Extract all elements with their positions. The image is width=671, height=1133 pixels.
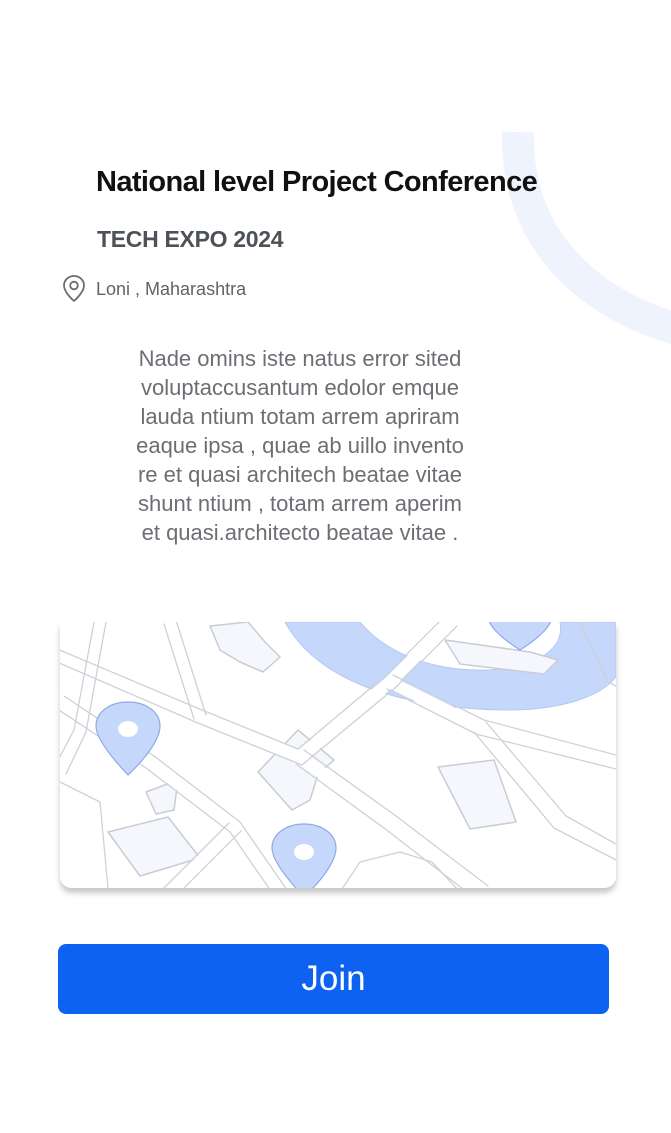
event-location: Loni , Maharashtra xyxy=(60,274,246,304)
location-label: Loni , Maharashtra xyxy=(96,278,247,299)
map-illustration xyxy=(60,622,616,888)
event-subtitle: TECH EXPO 2024 xyxy=(97,226,284,252)
decorative-arc xyxy=(501,131,671,344)
event-title: National level Project Conference xyxy=(96,166,538,198)
join-button[interactable]: Join xyxy=(58,944,609,1014)
event-map[interactable] xyxy=(60,622,616,888)
event-description: Nade omins iste natus error sited volupt… xyxy=(136,346,464,545)
location-pin-icon xyxy=(63,275,85,302)
